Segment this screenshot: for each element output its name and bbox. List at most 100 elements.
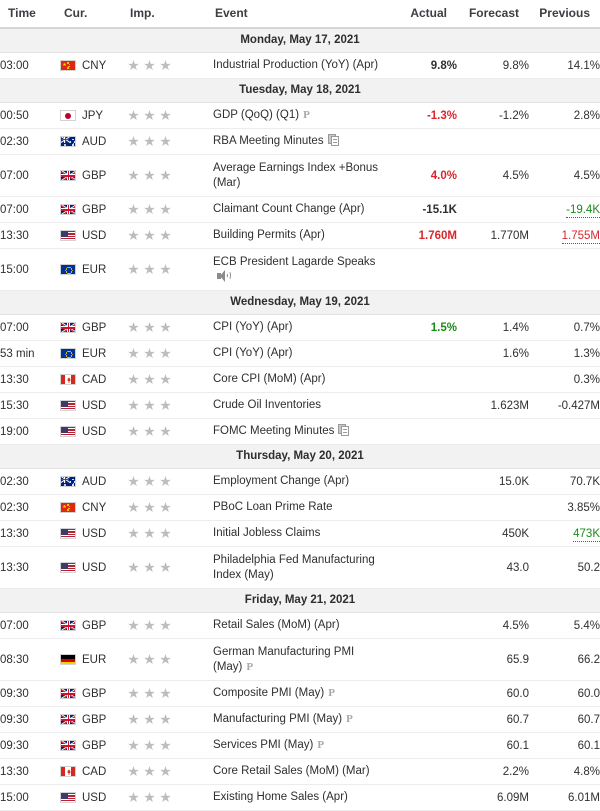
event-importance[interactable] <box>128 392 213 419</box>
event-name-cell[interactable]: CPI (YoY) (Apr) <box>213 340 385 367</box>
table-row[interactable]: 09:30 GBP Composite PMI (May) P 60.0 60.0 <box>0 680 600 707</box>
event-name-cell[interactable]: Core CPI (MoM) (Apr) <box>213 366 385 393</box>
event-currency[interactable]: USD <box>60 520 128 547</box>
event-currency[interactable]: CAD <box>60 758 128 785</box>
event-importance[interactable] <box>128 340 213 367</box>
table-row[interactable]: 03:00 CNY Industrial Production (YoY) (Apr… <box>0 52 600 79</box>
event-name-cell[interactable]: Existing Home Sales (Apr) <box>213 784 385 811</box>
event-importance[interactable] <box>128 52 213 79</box>
event-importance[interactable] <box>128 418 213 445</box>
event-currency[interactable]: USD <box>60 418 128 445</box>
column-header-time[interactable]: Time <box>0 0 60 29</box>
table-row[interactable]: 07:00 GBP Average Earnings Index +Bonus (M… <box>0 154 600 197</box>
table-row[interactable]: 09:30 GBP Services PMI (May) P 60.1 60.1 <box>0 732 600 759</box>
event-importance[interactable] <box>128 314 213 341</box>
event-importance[interactable] <box>128 732 213 759</box>
table-row[interactable]: 00:50 JPY GDP (QoQ) (Q1) P -1.3% -1.2% 2.8% <box>0 102 600 129</box>
table-row[interactable]: 09:30 GBP Manufacturing PMI (May) P 60.7 60.7 <box>0 706 600 733</box>
table-row[interactable]: 07:00 GBP Claimant Count Change (Apr) -15.1… <box>0 196 600 223</box>
event-importance[interactable] <box>128 468 213 495</box>
event-importance[interactable] <box>128 128 213 155</box>
event-importance[interactable] <box>128 196 213 223</box>
event-importance[interactable] <box>128 784 213 811</box>
event-currency[interactable]: CAD <box>60 366 128 393</box>
table-row[interactable]: 15:00 EUR ECB President Lagarde Speaks <box>0 248 600 291</box>
event-importance[interactable] <box>128 154 213 197</box>
event-currency[interactable]: EUR <box>60 340 128 367</box>
event-name-cell[interactable]: Claimant Count Change (Apr) <box>213 196 385 223</box>
event-importance[interactable] <box>128 366 213 393</box>
event-currency[interactable]: GBP <box>60 680 128 707</box>
table-row[interactable]: 15:00 USD Existing Home Sales (Apr) 6.09M 6.… <box>0 784 600 811</box>
event-importance[interactable] <box>128 102 213 129</box>
column-header-importance[interactable]: Imp. <box>128 0 213 29</box>
event-importance[interactable] <box>128 706 213 733</box>
event-currency[interactable]: EUR <box>60 248 128 291</box>
event-name-cell[interactable]: Philadelphia Fed Manufacturing Index (Ma… <box>213 546 385 589</box>
event-importance[interactable] <box>128 546 213 589</box>
event-name-cell[interactable]: Crude Oil Inventories <box>213 392 385 419</box>
event-currency[interactable]: AUD <box>60 128 128 155</box>
event-name-cell[interactable]: Employment Change (Apr) <box>213 468 385 495</box>
table-row[interactable]: 07:00 GBP Retail Sales (MoM) (Apr) 4.5% 5.4% <box>0 612 600 639</box>
event-currency[interactable]: USD <box>60 222 128 249</box>
event-currency[interactable]: USD <box>60 546 128 589</box>
event-importance[interactable] <box>128 520 213 547</box>
event-name-cell[interactable]: Building Permits (Apr) <box>213 222 385 249</box>
event-name-cell[interactable]: FOMC Meeting Minutes <box>213 418 385 445</box>
event-importance[interactable] <box>128 494 213 521</box>
event-importance[interactable] <box>128 680 213 707</box>
event-name-cell[interactable]: Composite PMI (May) P <box>213 680 385 707</box>
event-name-cell[interactable]: Manufacturing PMI (May) P <box>213 706 385 733</box>
event-currency[interactable]: USD <box>60 392 128 419</box>
table-row[interactable]: 02:30 AUD Employment Change (Apr) 15.0K 70.7… <box>0 468 600 495</box>
event-currency[interactable]: EUR <box>60 638 128 681</box>
event-name-cell[interactable]: RBA Meeting Minutes <box>213 128 385 155</box>
event-name-cell[interactable]: Initial Jobless Claims <box>213 520 385 547</box>
event-importance[interactable] <box>128 612 213 639</box>
table-row[interactable]: 15:30 USD Crude Oil Inventories 1.623M -0.42… <box>0 392 600 419</box>
event-importance[interactable] <box>128 758 213 785</box>
event-name-cell[interactable]: CPI (YoY) (Apr) <box>213 314 385 341</box>
event-currency[interactable]: CNY <box>60 52 128 79</box>
table-row[interactable]: 13:30 USD Building Permits (Apr) 1.760M 1.77… <box>0 222 600 249</box>
table-row[interactable]: 13:30 CAD Core Retail Sales (MoM) (Mar) 2.2… <box>0 758 600 785</box>
importance-star-icon <box>160 528 171 539</box>
event-name-cell[interactable]: PBoC Loan Prime Rate <box>213 494 385 521</box>
event-name-cell[interactable]: Retail Sales (MoM) (Apr) <box>213 612 385 639</box>
event-importance[interactable] <box>128 248 213 291</box>
table-row[interactable]: 02:30 CNY PBoC Loan Prime Rate 3.85% <box>0 494 600 521</box>
event-currency[interactable]: CNY <box>60 494 128 521</box>
event-currency[interactable]: USD <box>60 784 128 811</box>
column-header-actual[interactable]: Actual <box>385 0 457 29</box>
column-header-currency[interactable]: Cur. <box>60 0 128 29</box>
table-row[interactable]: 19:00 USD FOMC Meeting Minutes <box>0 418 600 445</box>
event-currency[interactable]: GBP <box>60 732 128 759</box>
column-header-event[interactable]: Event <box>213 0 385 29</box>
event-importance[interactable] <box>128 222 213 249</box>
event-name-cell[interactable]: GDP (QoQ) (Q1) P <box>213 102 385 129</box>
event-name-cell[interactable]: ECB President Lagarde Speaks <box>213 248 385 291</box>
table-row[interactable]: 13:30 USD Initial Jobless Claims 450K 473K <box>0 520 600 547</box>
event-name-cell[interactable]: Average Earnings Index +Bonus (Mar) <box>213 154 385 197</box>
event-currency[interactable]: JPY <box>60 102 128 129</box>
event-currency[interactable]: GBP <box>60 154 128 197</box>
table-row[interactable]: 13:30 USD Philadelphia Fed Manufacturing I… <box>0 546 600 589</box>
column-header-previous[interactable]: Previous <box>529 0 600 29</box>
event-name-cell[interactable]: Core Retail Sales (MoM) (Mar) <box>213 758 385 785</box>
event-currency[interactable]: GBP <box>60 314 128 341</box>
table-row[interactable]: 07:00 GBP CPI (YoY) (Apr) 1.5% 1.4% 0.7% <box>0 314 600 341</box>
event-currency[interactable]: AUD <box>60 468 128 495</box>
event-name-cell[interactable]: Services PMI (May) P <box>213 732 385 759</box>
table-row[interactable]: 53 min EUR CPI (YoY) (Apr) 1.6% 1.3% <box>0 340 600 367</box>
table-row[interactable]: 02:30 AUD RBA Meeting Minutes <box>0 128 600 155</box>
event-importance[interactable] <box>128 638 213 681</box>
event-currency[interactable]: GBP <box>60 196 128 223</box>
table-row[interactable]: 13:30 CAD Core CPI (MoM) (Apr) 0.3% <box>0 366 600 393</box>
event-name-cell[interactable]: German Manufacturing PMI (May) P <box>213 638 385 681</box>
event-name-cell[interactable]: Industrial Production (YoY) (Apr) <box>213 52 385 79</box>
event-currency[interactable]: GBP <box>60 706 128 733</box>
column-header-forecast[interactable]: Forecast <box>457 0 529 29</box>
event-currency[interactable]: GBP <box>60 612 128 639</box>
table-row[interactable]: 08:30 EUR German Manufacturing PMI (May) P 6… <box>0 638 600 681</box>
